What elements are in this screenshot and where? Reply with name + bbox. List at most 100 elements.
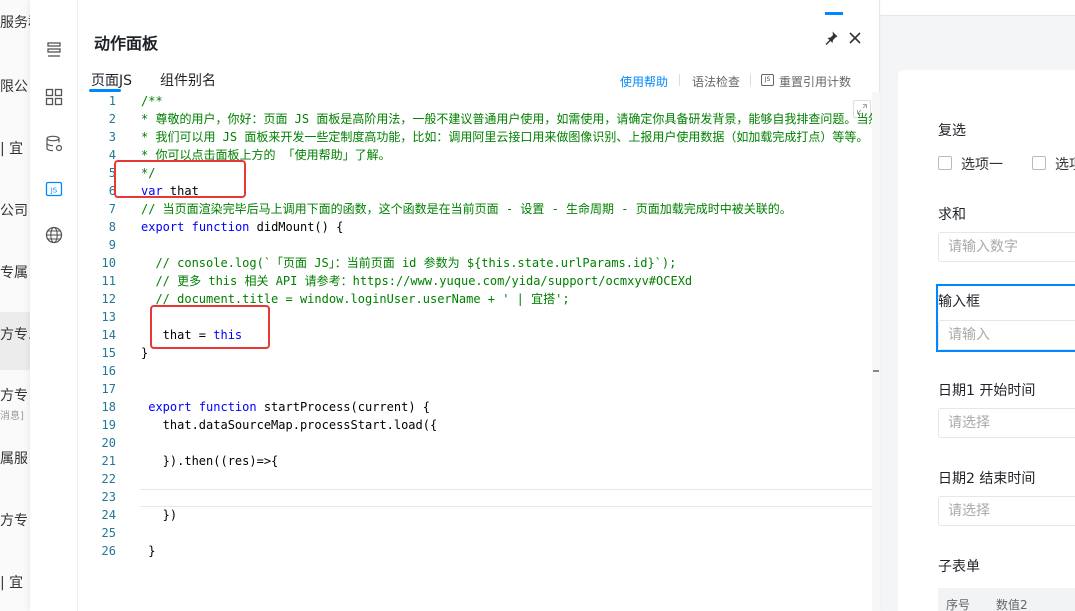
divider xyxy=(679,74,680,86)
code-token: }) xyxy=(141,508,178,522)
code-text: export function didMount() { xyxy=(141,218,343,236)
code-line: 1 /** xyxy=(90,92,880,110)
outline-icon[interactable] xyxy=(44,40,64,60)
line-number: 14 xyxy=(101,328,116,342)
background-list-item[interactable]: 公司 xyxy=(0,200,28,220)
input-label: 输入框 xyxy=(938,294,980,310)
divider xyxy=(750,74,751,86)
code-line: 9 xyxy=(90,236,880,254)
code-line: 18 export function startProcess(current)… xyxy=(90,398,880,416)
background-list-item[interactable]: 限公 xyxy=(0,76,28,96)
line-number: 5 xyxy=(108,166,116,180)
subform-col-index: 序号 xyxy=(946,598,971,611)
code-token: } xyxy=(141,544,156,558)
js-icon-text: JS xyxy=(50,187,58,195)
background-list-item[interactable]: 专属 xyxy=(0,262,28,282)
code-text: } xyxy=(141,344,148,362)
code-line: 21 }).then((res)=>{ xyxy=(90,452,880,470)
code-token: startProcess(current) { xyxy=(256,400,430,414)
pin-icon[interactable] xyxy=(823,30,839,46)
scrollbar-marker xyxy=(873,370,879,372)
close-icon[interactable] xyxy=(847,30,863,46)
code-line: 10 // console.log(`「页面 JS」：当前页面 id 参数为 $… xyxy=(90,254,880,272)
code-line: 25 xyxy=(90,524,880,542)
panel-sidebar: JS xyxy=(30,0,78,611)
form-preview: 复选 选项一 选项 求和 请输入数字 输入框 请输入 日期1 开始时间 请选择 … xyxy=(898,70,1075,611)
line-number: 13 xyxy=(101,310,116,324)
line-number: 3 xyxy=(108,130,116,144)
code-keyword: export xyxy=(141,400,192,414)
code-text: // console.log(`「页面 JS」：当前页面 id 参数为 ${th… xyxy=(141,254,676,272)
option2-label: 选项 xyxy=(1055,157,1075,173)
globe-icon[interactable] xyxy=(44,225,64,245)
subform-label: 子表单 xyxy=(938,559,980,575)
js-icon[interactable]: JS xyxy=(44,179,64,199)
code-line: 23 xyxy=(90,488,880,506)
text-input[interactable]: 请输入 xyxy=(938,320,1075,350)
components-icon[interactable] xyxy=(44,87,64,107)
sum-input[interactable]: 请输入数字 xyxy=(938,232,1075,262)
code-text: /** xyxy=(141,92,163,110)
code-token: that.dataSourceMap.processStart.load({ xyxy=(141,418,438,432)
code-line: 26 } xyxy=(90,542,880,560)
option1-checkbox[interactable] xyxy=(938,156,952,170)
code-keyword: export xyxy=(141,220,185,234)
code-token: didMount() { xyxy=(249,220,344,234)
line-number: 24 xyxy=(101,508,116,522)
code-line: 19 that.dataSourceMap.processStart.load(… xyxy=(90,416,880,434)
code-comment: /** xyxy=(141,94,163,108)
code-text: } xyxy=(141,542,155,560)
editor-scrollbar[interactable] xyxy=(872,92,880,611)
screen: 服务群 限公 | 宜 公司 专属 方专. 方专 消息] 属服 方专 | 宜 JS xyxy=(0,0,1075,611)
background-list-item[interactable]: 方专 xyxy=(0,510,28,530)
datasource-icon[interactable] xyxy=(44,134,64,154)
line-number: 8 xyxy=(108,220,116,234)
date2-label: 日期2 结束时间 xyxy=(938,471,1036,487)
line-number: 25 xyxy=(101,526,116,540)
highlight-box-that-this xyxy=(150,305,270,349)
option2-checkbox[interactable] xyxy=(1032,156,1046,170)
sum-label: 求和 xyxy=(938,207,966,223)
line-number: 16 xyxy=(101,364,116,378)
line-number: 22 xyxy=(101,472,116,486)
background-list-item[interactable]: | 宜 xyxy=(0,138,23,158)
code-line: 2 * 尊敬的用户，你好：页面 JS 面板是高阶用法，一般不建议普通用户使用，如需… xyxy=(90,110,880,128)
line-number: 1 xyxy=(108,94,116,108)
date1-picker[interactable]: 请选择 xyxy=(938,408,1075,438)
code-line: 7 // 当页面渲染完毕后马上调用下面的函数，这个函数是在当前页面 - 设置 - … xyxy=(90,200,880,218)
action-panel: JS 动作面板 页面JS 组件别名 使用帮助 语法检查 JS 重置引用计数 1/ xyxy=(30,0,880,611)
tab-page-js[interactable]: 页面JS xyxy=(91,70,132,90)
lint-button[interactable]: 语法检查 xyxy=(692,73,740,90)
code-text: * 我们可以用 JS 面板来开发一些定制度高功能，比如：调用阿里云接口用来做图像… xyxy=(141,128,868,146)
code-line: 22 xyxy=(90,470,880,488)
background-list-item[interactable]: 方专. xyxy=(0,324,32,344)
tab-component-alias[interactable]: 组件别名 xyxy=(160,70,216,90)
code-comment: * 我们可以用 JS 面板来开发一些定制度高功能，比如：调用阿里云接口用来做图像… xyxy=(141,130,869,144)
code-line: 17 xyxy=(90,380,880,398)
date2-picker[interactable]: 请选择 xyxy=(938,496,1075,526)
code-text: export function startProcess(current) { xyxy=(141,398,430,416)
line-number: 7 xyxy=(108,202,116,216)
code-text: }).then((res)=>{ xyxy=(141,452,279,470)
option1-label: 选项一 xyxy=(961,157,1003,173)
line-number: 9 xyxy=(108,238,116,252)
background-list-item[interactable]: | 宜 xyxy=(0,572,23,592)
date1-label: 日期1 开始时间 xyxy=(938,383,1036,399)
code-keyword: function xyxy=(191,220,250,234)
background-list-item[interactable]: 方专 xyxy=(0,385,28,405)
code-comment: // console.log(`「页面 JS」：当前页面 id 参数为 ${th… xyxy=(141,256,677,270)
line-number: 17 xyxy=(101,382,116,396)
line-number: 11 xyxy=(101,274,116,288)
code-line: 24 }) xyxy=(90,506,880,524)
line-number: 20 xyxy=(101,436,116,450)
code-line: 8 export function didMount() { xyxy=(90,218,880,236)
background-list-item[interactable]: 属服 xyxy=(0,448,28,468)
reset-count-button[interactable]: 重置引用计数 xyxy=(779,73,851,90)
help-link[interactable]: 使用帮助 xyxy=(620,73,668,90)
code-text: * 尊敬的用户，你好：页面 JS 面板是高阶用法，一般不建议普通用户使用，如需使… xyxy=(141,110,880,128)
code-comment: // 当页面渲染完毕后马上调用下面的函数，这个函数是在当前页面 - 设置 - 生… xyxy=(141,202,792,216)
line-number: 19 xyxy=(101,418,116,432)
line-number: 10 xyxy=(101,256,116,270)
line-number: 15 xyxy=(101,346,116,360)
